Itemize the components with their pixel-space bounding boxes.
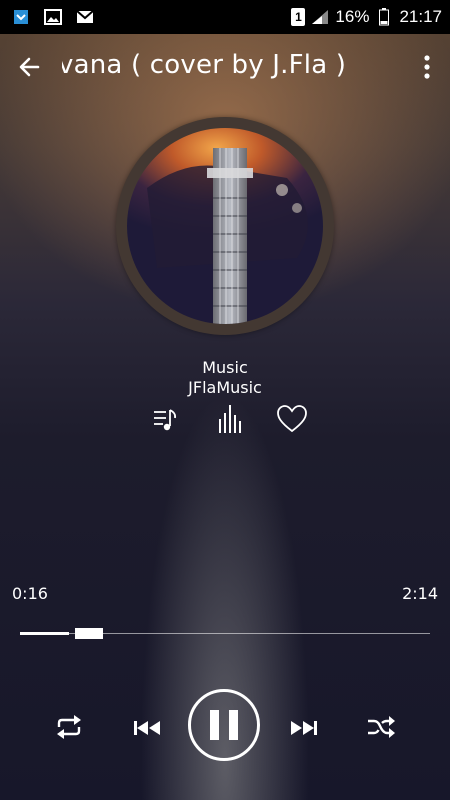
album-art-frame xyxy=(116,117,334,335)
shuffle-button[interactable] xyxy=(364,712,398,742)
equalizer-icon xyxy=(219,405,241,433)
equalizer-button[interactable] xyxy=(214,402,248,436)
seek-thumb[interactable] xyxy=(75,628,103,639)
seek-bar[interactable] xyxy=(20,628,430,639)
clock: 21:17 xyxy=(399,7,442,26)
signal-icon xyxy=(311,9,329,25)
more-options-button[interactable] xyxy=(422,54,432,82)
queue-button[interactable] xyxy=(148,402,182,436)
next-icon xyxy=(291,721,317,735)
mail-icon xyxy=(76,9,94,25)
artist-name: JFlaMusic xyxy=(188,378,262,397)
guitar-artwork xyxy=(147,148,308,324)
play-pause-button[interactable] xyxy=(188,689,260,761)
shuffle-icon xyxy=(368,716,395,738)
battery-percent: 16% xyxy=(335,7,370,26)
status-bar: 1 16% 21:17 xyxy=(0,0,450,34)
back-button[interactable] xyxy=(16,52,46,82)
queue-music-icon xyxy=(154,409,177,431)
repeat-button[interactable] xyxy=(52,711,86,743)
pause-icon-bar xyxy=(229,710,238,740)
total-time: 2:14 xyxy=(402,584,438,603)
app-bar: vana ( cover by J.Fla ) xyxy=(0,34,450,100)
more-vert-icon xyxy=(424,55,430,79)
elapsed-time: 0:16 xyxy=(12,584,48,603)
gallery-icon xyxy=(44,9,62,25)
repeat-icon xyxy=(57,715,81,739)
track-actions xyxy=(0,400,450,440)
title-marquee: vana ( cover by J.Fla ) xyxy=(62,46,404,86)
previous-icon xyxy=(134,721,160,735)
seek-progress xyxy=(20,632,69,635)
album-name: Music xyxy=(202,358,248,377)
sim-slot: 1 xyxy=(295,10,302,24)
sim-icon: 1 xyxy=(291,8,306,26)
pause-icon xyxy=(210,710,219,740)
app-notification-icon xyxy=(12,9,30,25)
previous-button[interactable] xyxy=(130,714,164,742)
battery-icon xyxy=(375,8,393,26)
next-button[interactable] xyxy=(287,714,321,742)
heart-outline-icon xyxy=(277,405,307,433)
favorite-button[interactable] xyxy=(275,402,309,436)
track-title: vana ( cover by J.Fla ) xyxy=(62,50,347,80)
back-arrow-icon xyxy=(19,57,40,77)
album-art xyxy=(127,128,323,324)
